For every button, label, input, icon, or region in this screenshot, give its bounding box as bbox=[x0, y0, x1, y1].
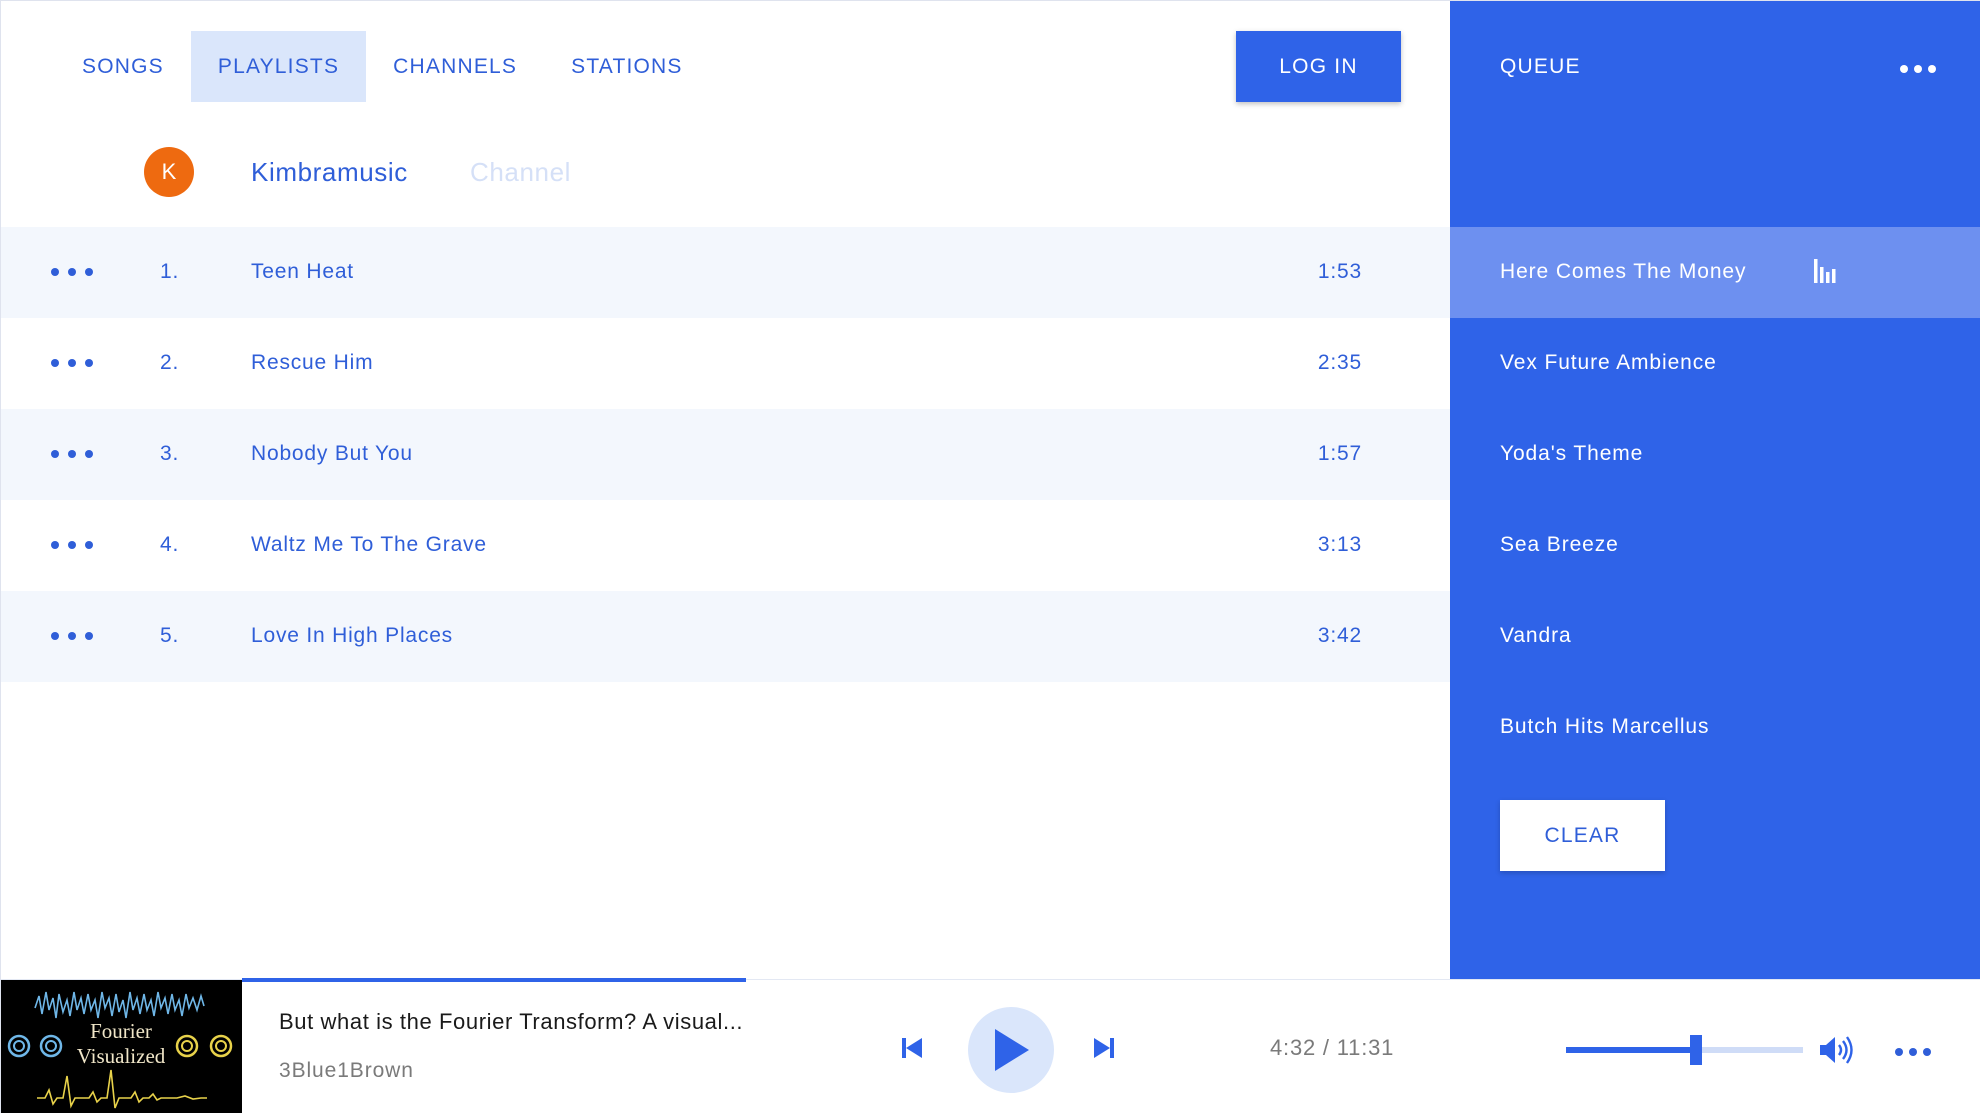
equalizer-icon bbox=[1814, 259, 1836, 283]
queue-item-label: Vex Future Ambience bbox=[1500, 351, 1717, 374]
song-duration: 3:42 bbox=[1317, 624, 1362, 647]
channel-type-label: Channel bbox=[470, 157, 572, 187]
song-title[interactable]: Love In High Places bbox=[251, 624, 453, 648]
nav-tabs: SONGS PLAYLISTS CHANNELS STATIONS bbox=[55, 31, 710, 102]
more-horizontal-icon[interactable] bbox=[51, 443, 93, 465]
queue-item[interactable]: Here Comes The Money bbox=[1450, 227, 1980, 318]
playback-progress[interactable] bbox=[242, 978, 1980, 982]
tab-songs[interactable]: SONGS bbox=[55, 31, 191, 102]
song-title[interactable]: Waltz Me To The Grave bbox=[251, 533, 487, 557]
tab-stations[interactable]: STATIONS bbox=[544, 31, 710, 102]
volume-icon[interactable] bbox=[1819, 1035, 1855, 1065]
queue-item[interactable]: Vex Future Ambience bbox=[1450, 318, 1980, 409]
song-duration: 1:57 bbox=[1317, 442, 1362, 465]
song-row[interactable]: 2. Rescue Him 2:35 bbox=[1, 318, 1450, 409]
queue-item-label: Butch Hits Marcellus bbox=[1500, 715, 1710, 738]
song-title[interactable]: Teen Heat bbox=[251, 260, 354, 284]
more-horizontal-icon[interactable] bbox=[51, 534, 93, 556]
song-duration: 3:13 bbox=[1317, 533, 1362, 556]
queue-item[interactable]: Butch Hits Marcellus bbox=[1450, 682, 1980, 773]
tab-playlists[interactable]: PLAYLISTS bbox=[190, 31, 367, 102]
song-duration: 1:53 bbox=[1317, 260, 1362, 283]
song-title[interactable]: Nobody But You bbox=[251, 442, 413, 466]
volume-slider-handle[interactable] bbox=[1690, 1035, 1703, 1065]
main-panel: SONGS PLAYLISTS CHANNELS STATIONS LOG IN… bbox=[1, 1, 1450, 979]
song-duration: 2:35 bbox=[1317, 351, 1362, 374]
song-number: 1. bbox=[160, 260, 180, 283]
thumbnail-text-line2: Visualized bbox=[77, 1044, 166, 1068]
volume-slider-fill bbox=[1566, 1047, 1697, 1053]
queue-item[interactable]: Vandra bbox=[1450, 591, 1980, 682]
song-title[interactable]: Rescue Him bbox=[251, 351, 373, 375]
more-horizontal-icon[interactable] bbox=[51, 261, 93, 283]
player-bar: Fourier Visualized But what is the Fouri… bbox=[1, 978, 1980, 1113]
channel-header: K Kimbramusic Channel bbox=[1, 147, 1450, 197]
queue-panel: QUEUE Here Comes The Money Vex Future Am… bbox=[1450, 1, 1980, 979]
volume-slider[interactable] bbox=[1566, 1035, 1803, 1065]
queue-item[interactable]: Sea Breeze bbox=[1450, 500, 1980, 591]
more-horizontal-icon[interactable] bbox=[1900, 59, 1936, 79]
song-list: 1. Teen Heat 1:53 2. Rescue Him 2:35 3. … bbox=[1, 227, 1450, 682]
login-button[interactable]: LOG IN bbox=[1236, 31, 1401, 102]
play-button[interactable] bbox=[968, 1007, 1054, 1093]
song-row[interactable]: 5. Love In High Places 3:42 bbox=[1, 591, 1450, 682]
song-number: 2. bbox=[160, 351, 180, 374]
clear-queue-button[interactable]: CLEAR bbox=[1500, 800, 1665, 871]
thumbnail-art: Fourier Visualized bbox=[1, 980, 242, 1113]
queue-title: QUEUE bbox=[1500, 55, 1581, 78]
now-playing-artist[interactable]: 3Blue1Brown bbox=[279, 1059, 414, 1083]
video-thumbnail[interactable]: Fourier Visualized bbox=[1, 980, 242, 1113]
app-frame: SONGS PLAYLISTS CHANNELS STATIONS LOG IN… bbox=[0, 0, 1980, 1113]
queue-item-label: Sea Breeze bbox=[1500, 533, 1619, 556]
tab-channels[interactable]: CHANNELS bbox=[366, 31, 544, 102]
now-playing-title[interactable]: But what is the Fourier Transform? A vis… bbox=[279, 1009, 743, 1035]
skip-next-icon[interactable] bbox=[1092, 1036, 1116, 1060]
queue-item-label: Yoda's Theme bbox=[1500, 442, 1644, 465]
song-row[interactable]: 1. Teen Heat 1:53 bbox=[1, 227, 1450, 318]
avatar[interactable]: K bbox=[144, 147, 194, 197]
channel-name[interactable]: Kimbramusic bbox=[251, 157, 408, 188]
queue-item[interactable]: Yoda's Theme bbox=[1450, 409, 1980, 500]
queue-item-label: Vandra bbox=[1500, 624, 1572, 647]
playback-progress-fill bbox=[242, 978, 747, 982]
more-horizontal-icon[interactable] bbox=[51, 352, 93, 374]
song-number: 4. bbox=[160, 533, 180, 556]
more-horizontal-icon[interactable] bbox=[51, 625, 93, 647]
queue-item-label: Here Comes The Money bbox=[1500, 260, 1747, 283]
more-horizontal-icon[interactable] bbox=[1895, 1042, 1931, 1062]
skip-previous-icon[interactable] bbox=[900, 1036, 924, 1060]
queue-list: Here Comes The Money Vex Future Ambience… bbox=[1450, 227, 1980, 773]
time-readout: 4:32 / 11:31 bbox=[1270, 1035, 1395, 1060]
song-number: 5. bbox=[160, 624, 180, 647]
play-icon bbox=[995, 1029, 1029, 1071]
thumbnail-text-line1: Fourier bbox=[90, 1019, 152, 1043]
song-row[interactable]: 4. Waltz Me To The Grave 3:13 bbox=[1, 500, 1450, 591]
song-number: 3. bbox=[160, 442, 180, 465]
song-row[interactable]: 3. Nobody But You 1:57 bbox=[1, 409, 1450, 500]
